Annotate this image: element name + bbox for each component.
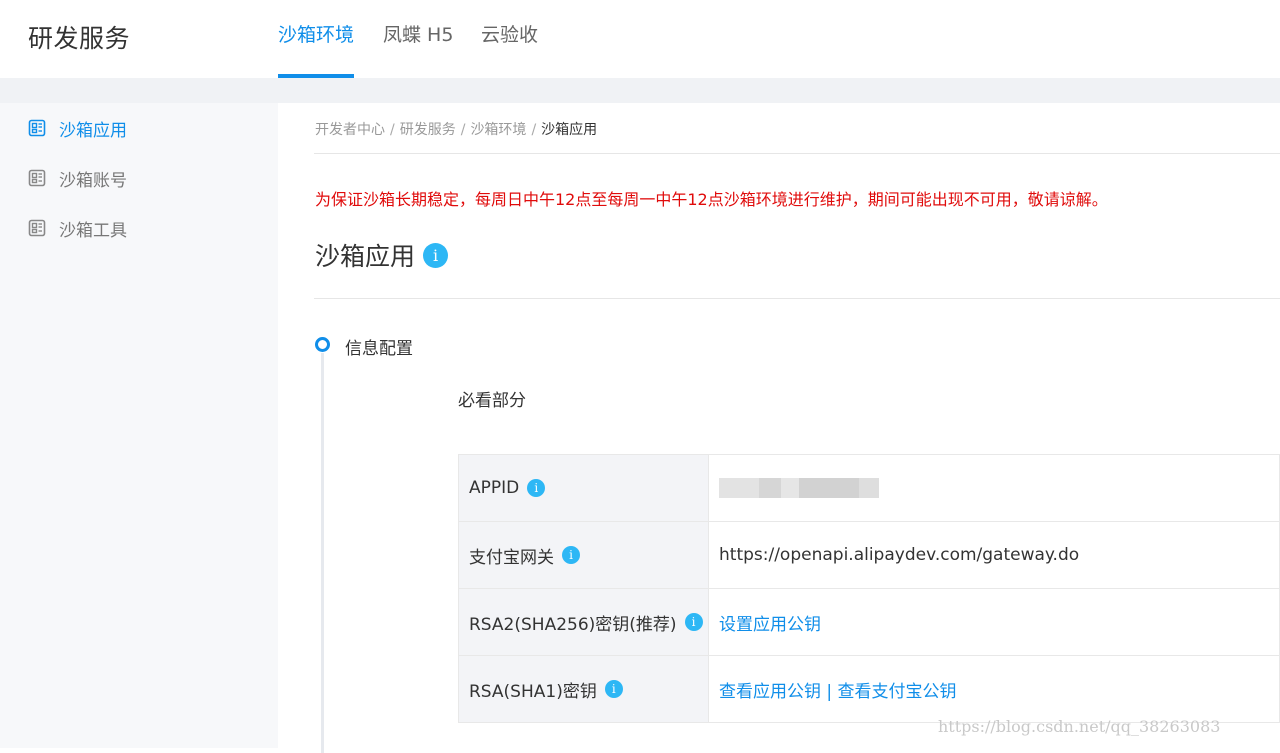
- table-row: RSA2(SHA256)密钥(推荐) i 设置应用公钥: [458, 588, 1280, 656]
- breadcrumb-sandbox-environment[interactable]: 沙箱环境: [470, 122, 526, 138]
- set-app-public-key-link[interactable]: 设置应用公钥: [719, 615, 821, 635]
- header-band: [0, 78, 1280, 103]
- tab-sandbox-environment[interactable]: 沙箱环境: [278, 20, 355, 78]
- section-label: 必看部分: [458, 391, 526, 411]
- timeline-line: [321, 353, 324, 753]
- account-icon: [28, 169, 46, 187]
- row-key-rsa: RSA(SHA1)密钥: [469, 681, 597, 702]
- sidebar-item-sandbox-account[interactable]: 沙箱账号: [28, 163, 127, 193]
- row-key-appid: APPID: [469, 478, 520, 498]
- breadcrumb-developer-center[interactable]: 开发者中心: [315, 122, 385, 138]
- sidebar-item-label: 沙箱应用: [59, 120, 127, 141]
- info-icon[interactable]: i: [562, 546, 580, 564]
- breadcrumb-current: 沙箱应用: [541, 122, 598, 138]
- tool-icon: [28, 219, 46, 237]
- timeline-step-dot: [315, 337, 330, 352]
- table-row: APPID i: [458, 454, 1280, 522]
- info-icon[interactable]: i: [527, 479, 546, 497]
- step-label: 信息配置: [345, 339, 413, 359]
- app-icon: [28, 119, 46, 137]
- page-title: 沙箱应用 i: [315, 237, 449, 273]
- maintenance-notice: 为保证沙箱长期稳定，每周日中午12点至每周一中午12点沙箱环境进行维护，期间可能…: [315, 190, 1108, 209]
- row-key-rsa2: RSA2(SHA256)密钥(推荐): [469, 614, 677, 635]
- table-row: RSA(SHA1)密钥 i 查看应用公钥 | 查看支付宝公钥: [458, 655, 1280, 723]
- info-icon[interactable]: i: [423, 242, 449, 268]
- table-row: 支付宝网关 i https://openapi.alipaydev.com/ga…: [458, 521, 1280, 589]
- sidebar-item-sandbox-app[interactable]: 沙箱应用: [28, 113, 127, 143]
- gateway-url: https://openapi.alipaydev.com/gateway.do: [708, 521, 1280, 589]
- watermark: https://blog.csdn.net/qq_38263083: [938, 717, 1221, 736]
- page-title-text: 沙箱应用: [315, 242, 416, 271]
- sidebar: 沙箱应用 沙箱账号 沙箱工具: [0, 103, 278, 748]
- brand-title: 研发服务: [28, 24, 131, 53]
- sidebar-item-label: 沙箱工具: [59, 220, 127, 241]
- view-app-public-key-link[interactable]: 查看应用公钥: [719, 682, 821, 702]
- appid-masked-value: [719, 478, 879, 498]
- title-divider: [314, 298, 1280, 299]
- view-alipay-public-key-link[interactable]: 查看支付宝公钥: [838, 682, 957, 702]
- breadcrumb: 开发者中心 / 研发服务 / 沙箱环境 / 沙箱应用: [315, 122, 598, 138]
- breadcrumb-divider: [314, 153, 1280, 154]
- info-icon[interactable]: i: [604, 680, 623, 698]
- main-content: 开发者中心 / 研发服务 / 沙箱环境 / 沙箱应用 为保证沙箱长期稳定，每周日中午12点至…: [278, 103, 1280, 753]
- sidebar-item-label: 沙箱账号: [59, 170, 127, 191]
- tab-cloud-acceptance[interactable]: 云验收: [481, 20, 538, 78]
- breadcrumb-rd-services[interactable]: 研发服务: [400, 122, 456, 138]
- row-key-gateway: 支付宝网关: [469, 547, 554, 568]
- tab-fengdie-h5[interactable]: 凤蝶 H5: [383, 20, 453, 78]
- config-table: APPID i 支付宝网关 i https://openapi.alipayde…: [458, 454, 1280, 723]
- link-separator: |: [821, 681, 838, 702]
- top-navigation-bar: 研发服务 沙箱环境 凤蝶 H5 云验收: [0, 0, 1280, 78]
- info-icon[interactable]: i: [684, 613, 703, 631]
- sidebar-item-sandbox-tools[interactable]: 沙箱工具: [28, 213, 127, 243]
